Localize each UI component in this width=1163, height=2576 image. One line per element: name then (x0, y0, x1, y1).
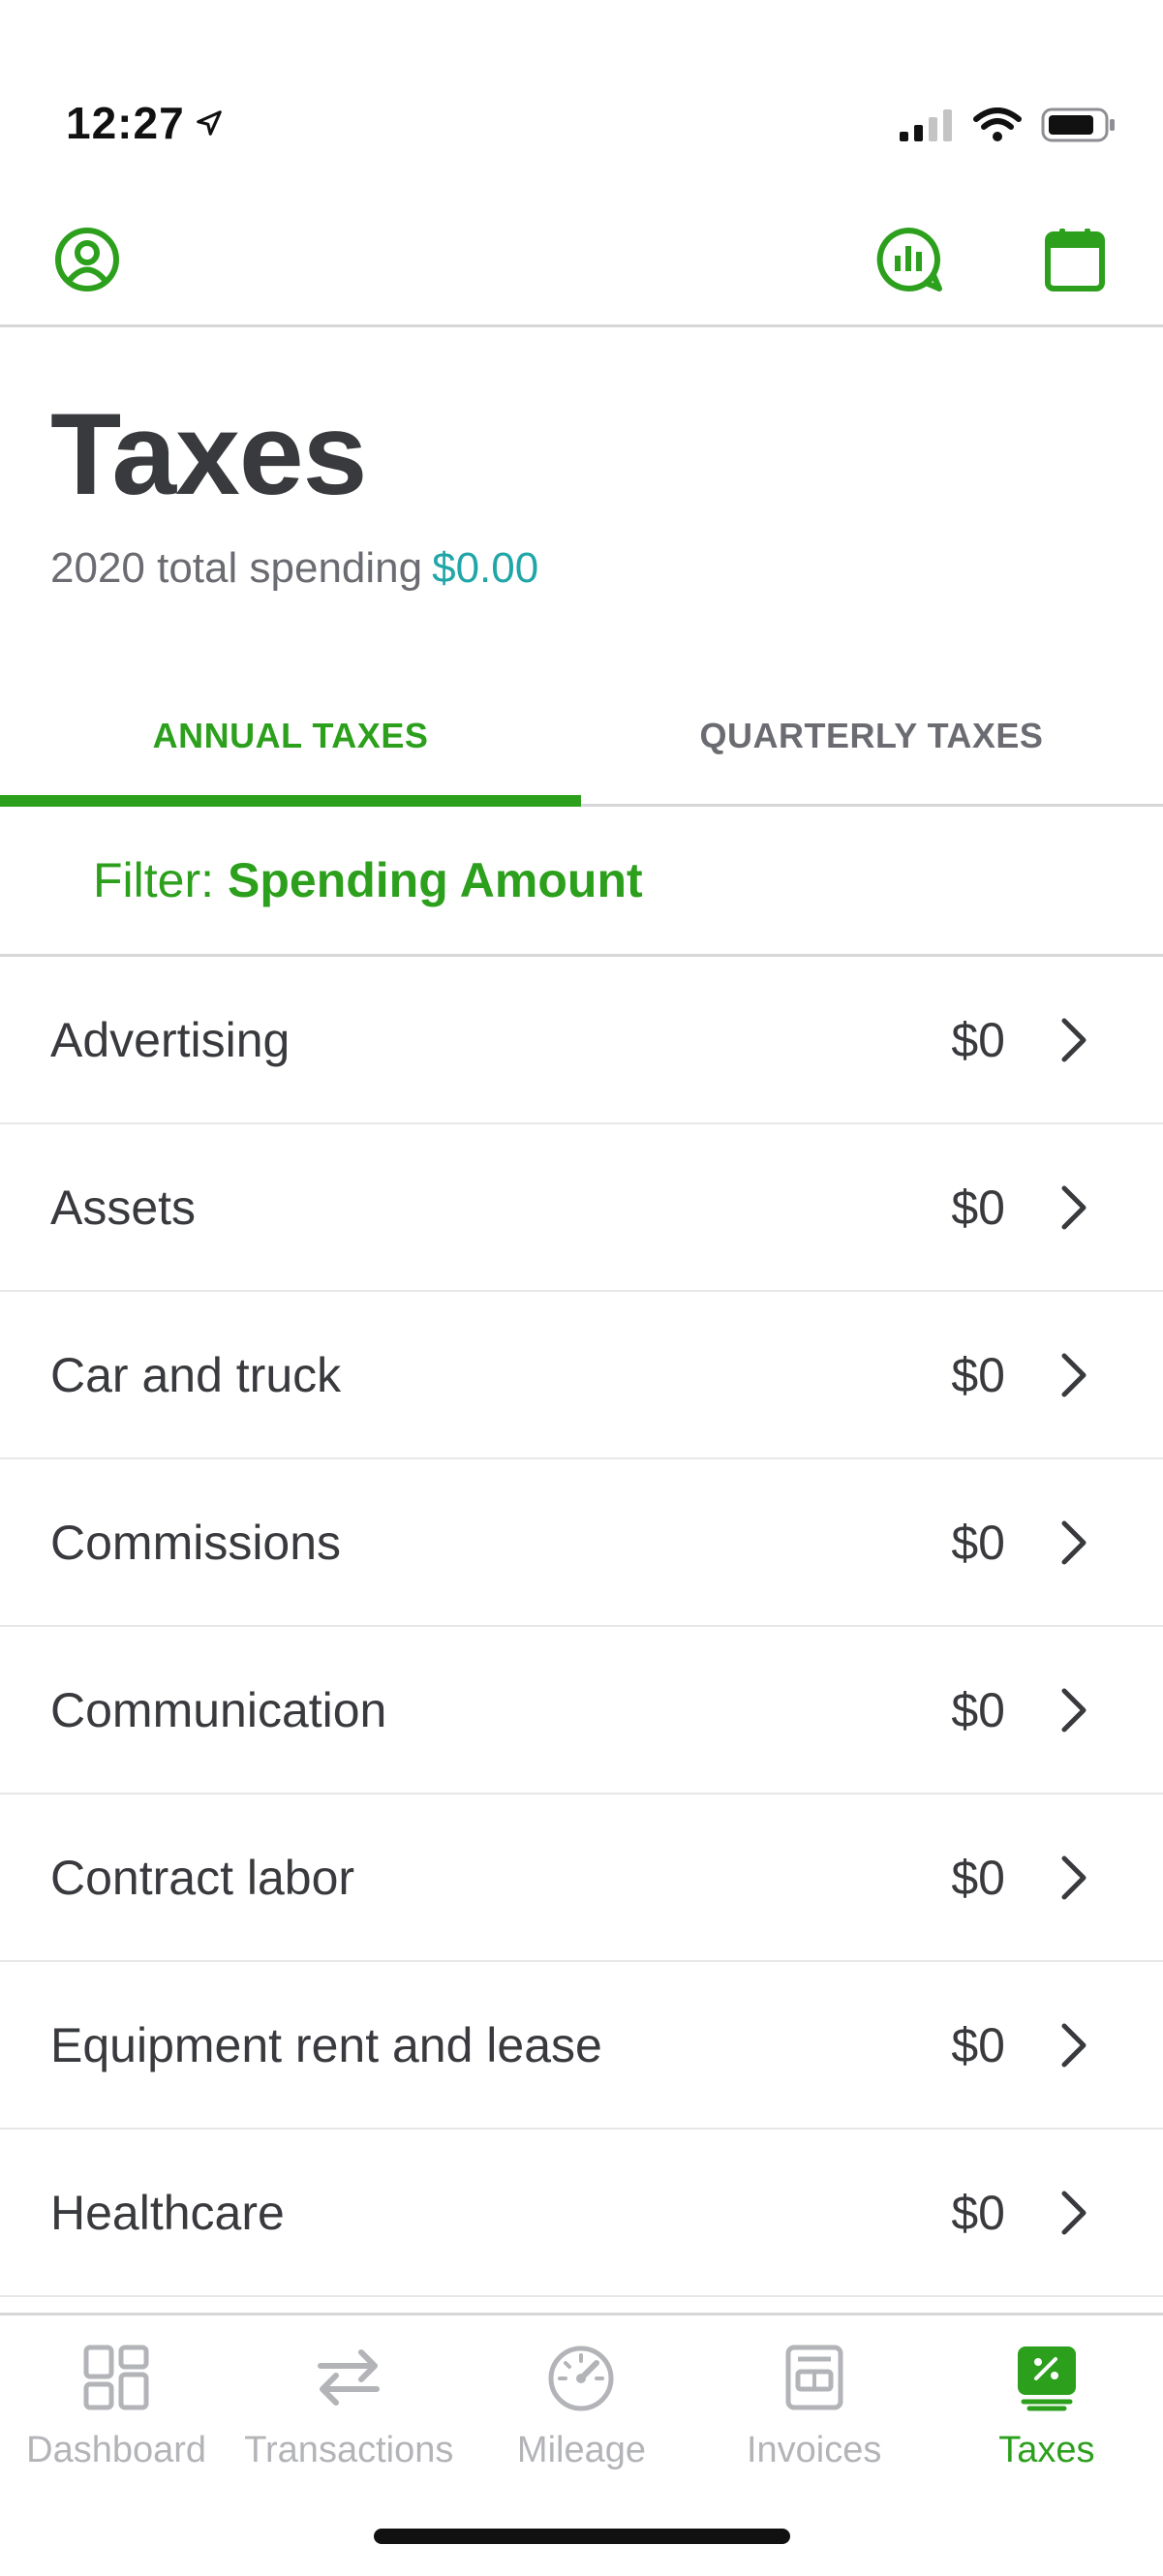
tab-quarterly-taxes[interactable]: QUARTERLY TAXES (581, 668, 1162, 804)
insights-chart-icon[interactable] (872, 223, 945, 296)
status-time: 12:27 (66, 98, 185, 148)
category-row-equipment-rent-and-lease[interactable]: Equipment rent and lease $0 (0, 1962, 1163, 2130)
chevron-right-icon (1055, 1346, 1093, 1404)
tab-bar-label: Invoices (746, 2430, 882, 2470)
tab-bar-label: Mileage (516, 2430, 646, 2470)
taxes-icon (1008, 2339, 1086, 2416)
status-time-group: 12:27 (66, 97, 224, 149)
tax-category-list: Advertising $0 Assets $0 Car and truck $… (0, 957, 1163, 2297)
category-row-healthcare[interactable]: Healthcare $0 (0, 2130, 1163, 2297)
tab-bar-label: Transactions (244, 2430, 454, 2470)
active-tab-indicator (0, 795, 581, 807)
mileage-icon (542, 2339, 620, 2416)
wifi-icon (973, 107, 1022, 141)
filter-value: Spending Amount (228, 853, 643, 907)
category-label: Assets (50, 1180, 197, 1235)
chevron-right-icon (1055, 2184, 1093, 2242)
home-indicator[interactable] (374, 2529, 790, 2544)
tab-bar-label: Taxes (998, 2430, 1095, 2470)
dashboard-icon (77, 2339, 155, 2416)
tax-period-tabs: ANNUAL TAXES QUARTERLY TAXES (0, 668, 1163, 807)
category-label: Equipment rent and lease (50, 2017, 602, 2072)
status-bar: 12:27 (0, 0, 1163, 194)
category-label: Healthcare (50, 2185, 285, 2240)
category-row-advertising[interactable]: Advertising $0 (0, 957, 1163, 1124)
chevron-right-icon (1055, 1849, 1093, 1907)
invoices-icon (776, 2339, 853, 2416)
category-amount: $0 (951, 1515, 1005, 1570)
category-label: Communication (50, 1682, 387, 1737)
transactions-icon (310, 2339, 387, 2416)
tab-bar-dashboard[interactable]: Dashboard (0, 2315, 232, 2509)
total-spending-label: 2020 total spending (50, 544, 423, 592)
total-spending-amount: $0.00 (432, 544, 539, 592)
tab-annual-taxes[interactable]: ANNUAL TAXES (0, 668, 581, 807)
total-spending: 2020 total spending $0.00 (50, 544, 538, 593)
category-row-contract-labor[interactable]: Contract labor $0 (0, 1794, 1163, 1962)
tab-bar-invoices[interactable]: Invoices (698, 2315, 931, 2509)
calendar-icon[interactable] (1038, 223, 1112, 296)
category-row-assets[interactable]: Assets $0 (0, 1124, 1163, 1292)
page-title: Taxes (50, 389, 367, 519)
category-amount: $0 (951, 1012, 1005, 1067)
chevron-right-icon (1055, 1179, 1093, 1237)
filter-label: Filter: (93, 853, 214, 907)
category-amount: $0 (951, 1180, 1005, 1235)
chevron-right-icon (1055, 1011, 1093, 1069)
chevron-right-icon (1055, 1681, 1093, 1739)
category-label: Commissions (50, 1515, 342, 1570)
location-arrow-icon (196, 110, 222, 136)
chevron-right-icon (1055, 1514, 1093, 1572)
top-navigation-bar (0, 194, 1163, 327)
tab-bar-taxes[interactable]: Taxes (931, 2315, 1163, 2509)
category-amount: $0 (951, 1850, 1005, 1905)
tab-bar-label: Dashboard (26, 2430, 207, 2470)
category-label: Car and truck (50, 1347, 342, 1402)
tab-bar-mileage[interactable]: Mileage (465, 2315, 697, 2509)
battery-icon (1041, 107, 1115, 142)
tab-annual-taxes-label: ANNUAL TAXES (152, 716, 429, 755)
status-indicators (898, 107, 1117, 143)
category-row-commissions[interactable]: Commissions $0 (0, 1459, 1163, 1627)
tab-bar-transactions[interactable]: Transactions (232, 2315, 465, 2509)
category-row-communication[interactable]: Communication $0 (0, 1627, 1163, 1794)
category-amount: $0 (951, 2017, 1005, 2072)
category-row-car-and-truck[interactable]: Car and truck $0 (0, 1292, 1163, 1459)
profile-icon[interactable] (50, 223, 124, 296)
category-amount: $0 (951, 1682, 1005, 1737)
filter-button[interactable]: Filter: Spending Amount (0, 807, 1163, 957)
category-amount: $0 (951, 1347, 1005, 1402)
signal-icon (900, 109, 952, 141)
category-label: Contract labor (50, 1850, 355, 1905)
chevron-right-icon (1055, 2016, 1093, 2074)
category-amount: $0 (951, 2185, 1005, 2240)
tab-quarterly-taxes-label: QUARTERLY TAXES (699, 716, 1044, 755)
category-label: Advertising (50, 1012, 291, 1067)
